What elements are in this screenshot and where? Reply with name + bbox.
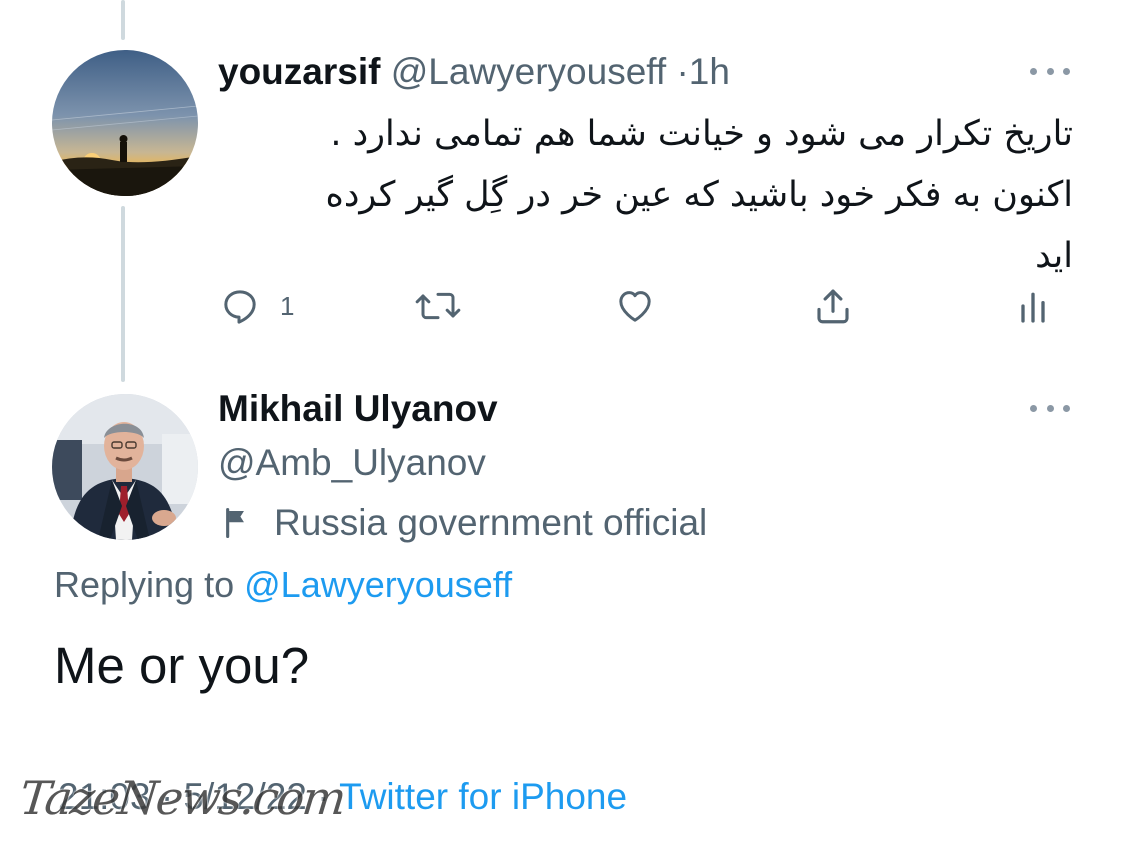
separator-dot: · [676, 51, 689, 92]
retweet-icon [415, 292, 461, 320]
replying-to-mention[interactable]: @Lawyeryouseff [244, 564, 512, 605]
government-label-text: Russia government official [274, 502, 708, 543]
heart-icon [619, 291, 651, 322]
author-handle[interactable]: @Amb_Ulyanov [218, 441, 486, 485]
government-label[interactable]: Russia government official [222, 501, 707, 545]
tweet-text-line: اید [1035, 236, 1073, 276]
analytics-button[interactable] [1018, 283, 1048, 329]
tweet-source[interactable]: Twitter for iPhone [339, 776, 627, 817]
author-name[interactable]: youzarsif [218, 51, 380, 92]
share-icon [817, 289, 849, 324]
replying-to: Replying to @Lawyeryouseff [54, 563, 512, 607]
tweet-text: Me or you? [54, 637, 310, 694]
tweet-text-line: اکنون به فکر خود باشید که عین خر در گِل … [325, 175, 1073, 215]
avatar-youzarsif[interactable] [52, 50, 198, 196]
reply-icon [224, 290, 256, 324]
parent-tweet-text: تاریخ تکرار می شود و خیانت شما هم تمامی … [225, 104, 1073, 287]
more-options-icon[interactable] [1030, 61, 1070, 81]
reply-count: 1 [280, 290, 295, 321]
retweet-button[interactable] [414, 283, 462, 329]
replying-to-label: Replying to [54, 564, 235, 605]
thread-line-bottom [121, 206, 125, 382]
avatar-mikhail-ulyanov[interactable] [52, 394, 198, 540]
thread-line-top [121, 0, 125, 40]
share-button[interactable] [812, 283, 854, 329]
reply-button[interactable]: 1 [220, 283, 294, 329]
more-options-icon[interactable] [1030, 398, 1070, 418]
author-handle[interactable]: @Lawyeryouseff [391, 51, 666, 92]
author-name[interactable]: Mikhail Ulyanov [218, 387, 498, 431]
like-button[interactable] [614, 283, 656, 329]
tweet-screenshot: youzarsif @Lawyeryouseff ·1h تاریخ تکرار… [0, 0, 1125, 842]
watermark-logo: TazeNews.com [17, 771, 347, 825]
analytics-icon [1021, 292, 1045, 323]
tweet-text-line: تاریخ تکرار می شود و خیانت شما هم تمامی … [330, 114, 1073, 154]
flag-icon [226, 507, 244, 539]
tweet-time[interactable]: 1h [689, 51, 730, 92]
parent-tweet-header: youzarsif @Lawyeryouseff ·1h [218, 50, 730, 94]
